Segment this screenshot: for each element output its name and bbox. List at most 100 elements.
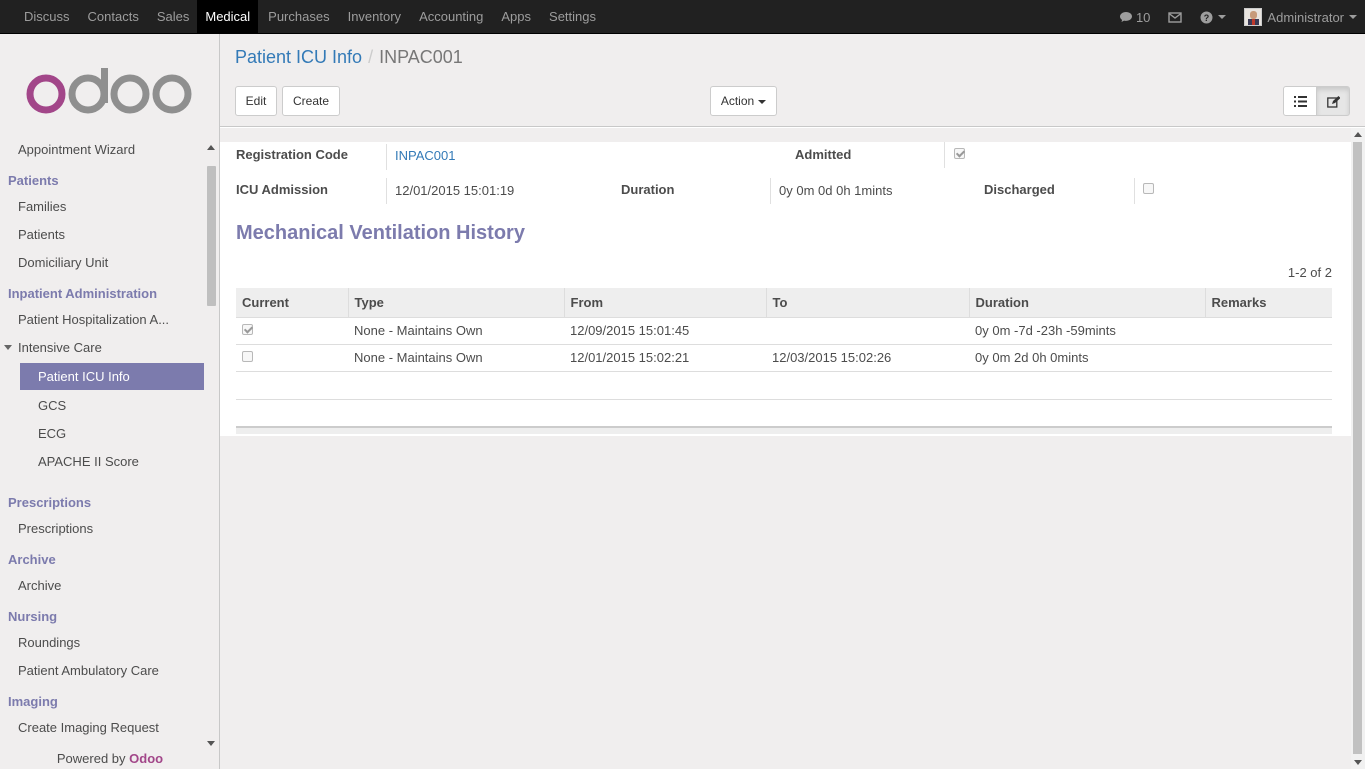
remarks-cell [1205,343,1332,371]
sidebar-heading-patients[interactable]: Patients [8,173,59,188]
menu-accounting[interactable]: Accounting [409,0,491,33]
column-header-type[interactable]: Type [347,288,564,317]
question-circle-icon: ? [1200,11,1213,23]
menu-medical[interactable]: Medical [197,0,259,33]
scroll-down-arrow[interactable] [207,741,215,746]
messages-button[interactable]: 10 [1119,10,1150,25]
menu-sales[interactable]: Sales [147,0,198,33]
edit-icon [1326,95,1340,108]
create-button[interactable]: Create [282,86,340,116]
sidebar-item-appointment-wizard[interactable]: Appointment Wizard [18,142,135,157]
column-header-duration[interactable]: Duration [968,288,1205,317]
form-view-button[interactable] [1316,86,1350,116]
table-header: Current Type From To Duration Remarks [236,288,1332,317]
sidebar-heading-archive[interactable]: Archive [8,552,56,567]
current-cell [236,343,348,371]
menu-discuss[interactable]: Discuss [14,0,78,33]
powered-by-label: Powered by [56,751,126,766]
sidebar-item-gcs[interactable]: GCS [38,398,66,413]
current-cell [236,316,348,344]
help-button[interactable]: ? [1200,11,1227,24]
registration-code-label: Registration Code [236,147,348,162]
sidebar-item-ecg[interactable]: ECG [38,426,66,441]
caret-down-icon [758,99,767,104]
column-header-to[interactable]: To [765,288,969,317]
sidebar-item-patient-hospitalization[interactable]: Patient Hospitalization A... [18,312,169,327]
table-row[interactable]: None - Maintains Own 12/01/2015 15:02:21… [236,343,1332,371]
column-header-from[interactable]: From [563,288,766,317]
registration-code-link[interactable]: INPAC001 [386,144,786,170]
discharged-checkbox [1143,183,1154,194]
sidebar-item-apache[interactable]: APACHE II Score [38,454,139,469]
scroll-up-arrow[interactable] [1354,132,1362,137]
powered-by-brand-link[interactable]: Odoo [129,751,163,766]
scroll-down-arrow[interactable] [1354,760,1362,765]
table-row[interactable]: None - Maintains Own 12/09/2015 15:01:45… [236,316,1332,344]
menu-settings[interactable]: Settings [539,0,604,33]
inbox-button[interactable] [1168,11,1183,23]
type-cell: None - Maintains Own [348,316,564,344]
caret-down-icon [4,345,12,350]
sidebar-item-families[interactable]: Families [18,199,66,214]
table-row-empty [236,370,1332,400]
breadcrumb-parent[interactable]: Patient ICU Info [235,47,362,67]
powered-by: Powered by Odoo [0,751,220,766]
sidebar-item-patients[interactable]: Patients [18,227,65,242]
list-view-button[interactable] [1283,86,1317,116]
sidebar-item-archive[interactable]: Archive [18,578,61,593]
sidebar-scrollbar[interactable] [207,166,216,306]
sidebar-item-intensive-care[interactable]: Intensive Care [18,340,102,355]
duration-cell: 0y 0m 2d 0h 0mints [969,343,1205,371]
envelope-icon [1168,11,1183,23]
chevron-down-icon [1349,15,1357,19]
menu-contacts[interactable]: Contacts [78,0,147,33]
sidebar-item-domiciliary-unit[interactable]: Domiciliary Unit [18,255,108,270]
breadcrumb: Patient ICU Info / INPAC001 [235,47,463,68]
chat-bubble-icon [1119,12,1132,22]
messages-count: 10 [1135,9,1151,25]
menu-inventory[interactable]: Inventory [338,0,409,33]
menu-apps[interactable]: Apps [491,0,539,33]
sidebar-item-imaging-request[interactable]: Create Imaging Request [18,720,159,735]
column-header-remarks[interactable]: Remarks [1204,288,1332,317]
app-menu: Discuss Contacts Sales Medical Purchases… [14,0,604,34]
icu-admission-label: ICU Admission [236,182,328,197]
section-title: Mechanical Ventilation History [236,222,525,244]
current-checkbox [242,324,253,335]
sidebar-item-ambulatory-care[interactable]: Patient Ambulatory Care [18,663,159,678]
menu-purchases[interactable]: Purchases [258,0,337,33]
breadcrumb-current: INPAC001 [379,47,463,67]
edit-button[interactable]: Edit [235,86,277,116]
breadcrumb-separator: / [368,47,374,67]
form-view: Registration Code INPAC001 Admitted ICU … [220,128,1351,769]
avatar [1244,8,1263,26]
action-label: Action [720,94,755,108]
table-footer [236,426,1332,434]
pager[interactable]: 1-2 of 2 [1288,265,1332,280]
sidebar-heading-imaging[interactable]: Imaging [8,694,58,709]
type-cell: None - Maintains Own [348,343,564,371]
sidebar-heading-nursing[interactable]: Nursing [8,609,57,624]
to-cell: 12/03/2015 15:02:26 [766,343,969,371]
scrollbar-thumb[interactable] [1353,142,1362,754]
duration-value: 0y 0m 0d 0h 1mints [770,178,970,204]
sidebar-item-roundings[interactable]: Roundings [18,635,80,650]
icu-admission-value: 12/01/2015 15:01:19 [386,178,586,204]
sidebar-item-patient-icu-info[interactable]: Patient ICU Info [20,363,204,390]
form-sheet: Registration Code INPAC001 Admitted ICU … [220,142,1351,436]
control-panel: Patient ICU Info / INPAC001 Edit Create Ac… [220,34,1365,127]
odoo-logo[interactable] [26,68,194,117]
from-cell: 12/09/2015 15:01:45 [564,316,766,344]
column-header-current[interactable]: Current [236,288,348,317]
sidebar-heading-prescriptions[interactable]: Prescriptions [8,495,91,510]
scroll-up-arrow[interactable] [207,145,215,150]
sidebar-item-prescriptions[interactable]: Prescriptions [18,521,93,536]
duration-cell: 0y 0m -7d -23h -59mints [969,316,1205,344]
ventilation-table: Current Type From To Duration Remarks No… [236,288,1332,400]
user-menu[interactable]: Administrator [1244,8,1357,26]
discharged-label: Discharged [984,182,1055,197]
sidebar-heading-inpatient[interactable]: Inpatient Administration [8,286,157,301]
current-checkbox [242,351,253,362]
main-scrollbar[interactable] [1351,128,1365,769]
action-dropdown[interactable]: Action [710,86,777,116]
